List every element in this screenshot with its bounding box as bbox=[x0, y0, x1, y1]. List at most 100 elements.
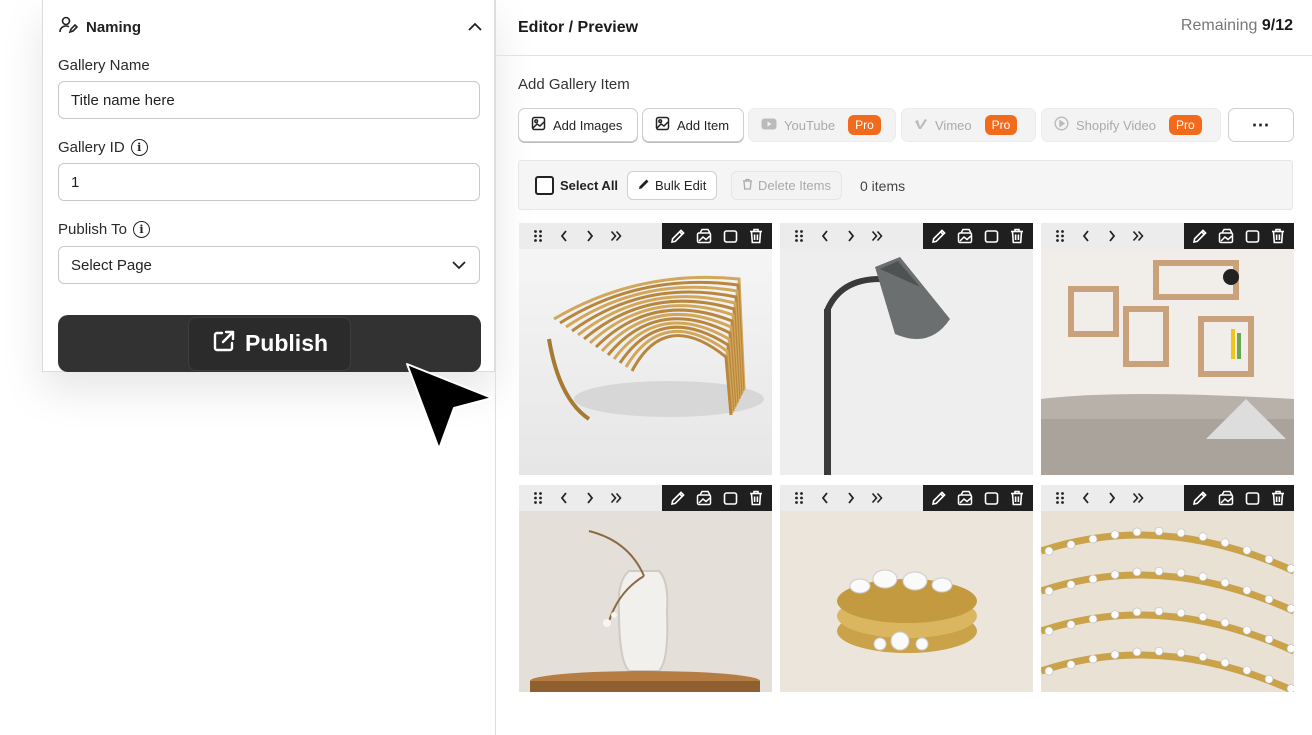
select-all-checkbox[interactable]: Select All bbox=[535, 176, 618, 195]
edit-icon[interactable] bbox=[665, 485, 691, 511]
move-to-end-icon[interactable] bbox=[864, 485, 890, 511]
drag-handle-icon[interactable] bbox=[786, 485, 812, 511]
tile-toolbar bbox=[780, 223, 1033, 249]
image-settings-icon[interactable] bbox=[691, 485, 717, 511]
gallery-name-label: Gallery Name bbox=[58, 57, 150, 74]
gallery-item[interactable] bbox=[780, 485, 1033, 692]
checkbox[interactable] bbox=[535, 176, 554, 195]
items-count: 0 items bbox=[860, 178, 906, 194]
crop-square-icon[interactable] bbox=[1239, 223, 1265, 249]
add-images-button[interactable]: Add Images bbox=[518, 108, 638, 142]
crop-square-icon[interactable] bbox=[978, 223, 1004, 249]
drag-handle-icon[interactable] bbox=[1047, 223, 1073, 249]
crop-square-icon[interactable] bbox=[717, 223, 743, 249]
drag-handle-icon[interactable] bbox=[525, 485, 551, 511]
move-left-icon[interactable] bbox=[812, 223, 838, 249]
publish-button-inner[interactable]: Publish bbox=[187, 316, 352, 371]
gallery-name-input[interactable] bbox=[58, 81, 480, 119]
image-settings-icon[interactable] bbox=[691, 223, 717, 249]
tile-actions bbox=[1184, 223, 1294, 249]
play-circle-icon bbox=[1054, 116, 1069, 134]
publish-to-select[interactable]: Select Page bbox=[58, 246, 480, 284]
edit-icon[interactable] bbox=[665, 223, 691, 249]
move-right-icon[interactable] bbox=[838, 485, 864, 511]
trash-icon[interactable] bbox=[1265, 485, 1291, 511]
crop-square-icon[interactable] bbox=[978, 485, 1004, 511]
youtube-button[interactable]: YouTube Pro bbox=[748, 108, 896, 142]
trash-icon[interactable] bbox=[1004, 223, 1030, 249]
vimeo-button[interactable]: Vimeo Pro bbox=[901, 108, 1036, 142]
naming-section-header[interactable]: Naming bbox=[58, 16, 483, 38]
shopify-video-button[interactable]: Shopify Video Pro bbox=[1041, 108, 1221, 142]
more-dots-icon: ⋯ bbox=[1251, 114, 1271, 135]
gallery-id-input[interactable] bbox=[58, 163, 480, 201]
move-left-icon[interactable] bbox=[1073, 485, 1099, 511]
info-icon[interactable]: i bbox=[130, 139, 148, 156]
bulk-edit-button[interactable]: Bulk Edit bbox=[627, 171, 718, 200]
delete-items-label: Delete Items bbox=[758, 178, 831, 193]
remaining-label: Remaining bbox=[1180, 17, 1258, 34]
edit-icon[interactable] bbox=[1187, 485, 1213, 511]
move-left-icon[interactable] bbox=[551, 223, 577, 249]
gallery-item[interactable] bbox=[780, 223, 1033, 475]
gallery-item[interactable] bbox=[1041, 485, 1294, 692]
gallery-item[interactable] bbox=[1041, 223, 1294, 475]
move-right-icon[interactable] bbox=[1099, 223, 1125, 249]
drag-handle-icon[interactable] bbox=[525, 223, 551, 249]
tile-toolbar bbox=[519, 223, 772, 249]
move-left-icon[interactable] bbox=[1073, 223, 1099, 249]
image-settings-icon[interactable] bbox=[952, 485, 978, 511]
add-item-button[interactable]: Add Item bbox=[642, 108, 744, 142]
drag-handle-icon[interactable] bbox=[786, 223, 812, 249]
tile-toolbar bbox=[1041, 223, 1294, 249]
move-right-icon[interactable] bbox=[577, 485, 603, 511]
tile-toolbar bbox=[1041, 485, 1294, 511]
more-options-button[interactable]: ⋯ bbox=[1228, 108, 1294, 142]
add-item-label: Add Item bbox=[677, 117, 730, 133]
wooden-parametric-chair-image bbox=[519, 249, 772, 475]
tile-actions bbox=[662, 485, 772, 511]
trash-icon[interactable] bbox=[1265, 223, 1291, 249]
trash-icon[interactable] bbox=[743, 223, 769, 249]
naming-title: Naming bbox=[86, 18, 142, 36]
pencil-icon bbox=[638, 178, 650, 193]
edit-icon[interactable] bbox=[1187, 223, 1213, 249]
remaining-counter: Remaining 9/12 bbox=[1181, 17, 1293, 35]
remaining-value: 9/12 bbox=[1261, 17, 1293, 34]
naming-panel: Naming Gallery Name Gallery ID i Publish… bbox=[42, 0, 495, 372]
gallery-name-label-text: Gallery Name bbox=[58, 57, 150, 74]
gallery-item[interactable] bbox=[519, 485, 772, 692]
crop-square-icon[interactable] bbox=[717, 485, 743, 511]
move-right-icon[interactable] bbox=[838, 223, 864, 249]
trash-icon[interactable] bbox=[1004, 485, 1030, 511]
move-to-end-icon[interactable] bbox=[603, 223, 629, 249]
wall-shelves-with-sofa-image bbox=[1041, 249, 1294, 475]
move-to-end-icon[interactable] bbox=[1125, 223, 1151, 249]
editor-title: Editor / Preview bbox=[518, 19, 639, 36]
move-to-end-icon[interactable] bbox=[1125, 485, 1151, 511]
trash-icon[interactable] bbox=[743, 485, 769, 511]
edit-icon[interactable] bbox=[926, 485, 952, 511]
gallery-item[interactable] bbox=[519, 223, 772, 475]
move-left-icon[interactable] bbox=[812, 485, 838, 511]
gold-diamond-rings-image bbox=[780, 511, 1033, 692]
move-right-icon[interactable] bbox=[577, 223, 603, 249]
crop-square-icon[interactable] bbox=[1239, 485, 1265, 511]
move-to-end-icon[interactable] bbox=[864, 223, 890, 249]
drag-handle-icon[interactable] bbox=[1047, 485, 1073, 511]
delete-items-button[interactable]: Delete Items bbox=[731, 171, 842, 200]
image-settings-icon[interactable] bbox=[1213, 485, 1239, 511]
image-settings-icon[interactable] bbox=[952, 223, 978, 249]
tile-actions bbox=[923, 485, 1033, 511]
edit-icon[interactable] bbox=[926, 223, 952, 249]
move-right-icon[interactable] bbox=[1099, 485, 1125, 511]
chevron-up-icon[interactable] bbox=[467, 22, 483, 32]
publish-to-selected-value: Select Page bbox=[71, 256, 152, 274]
vimeo-icon bbox=[914, 118, 928, 133]
gallery-id-label: Gallery ID i bbox=[58, 139, 148, 156]
gallery-id-label-text: Gallery ID bbox=[58, 139, 125, 156]
info-icon[interactable]: i bbox=[132, 221, 150, 238]
move-to-end-icon[interactable] bbox=[603, 485, 629, 511]
image-settings-icon[interactable] bbox=[1213, 223, 1239, 249]
move-left-icon[interactable] bbox=[551, 485, 577, 511]
